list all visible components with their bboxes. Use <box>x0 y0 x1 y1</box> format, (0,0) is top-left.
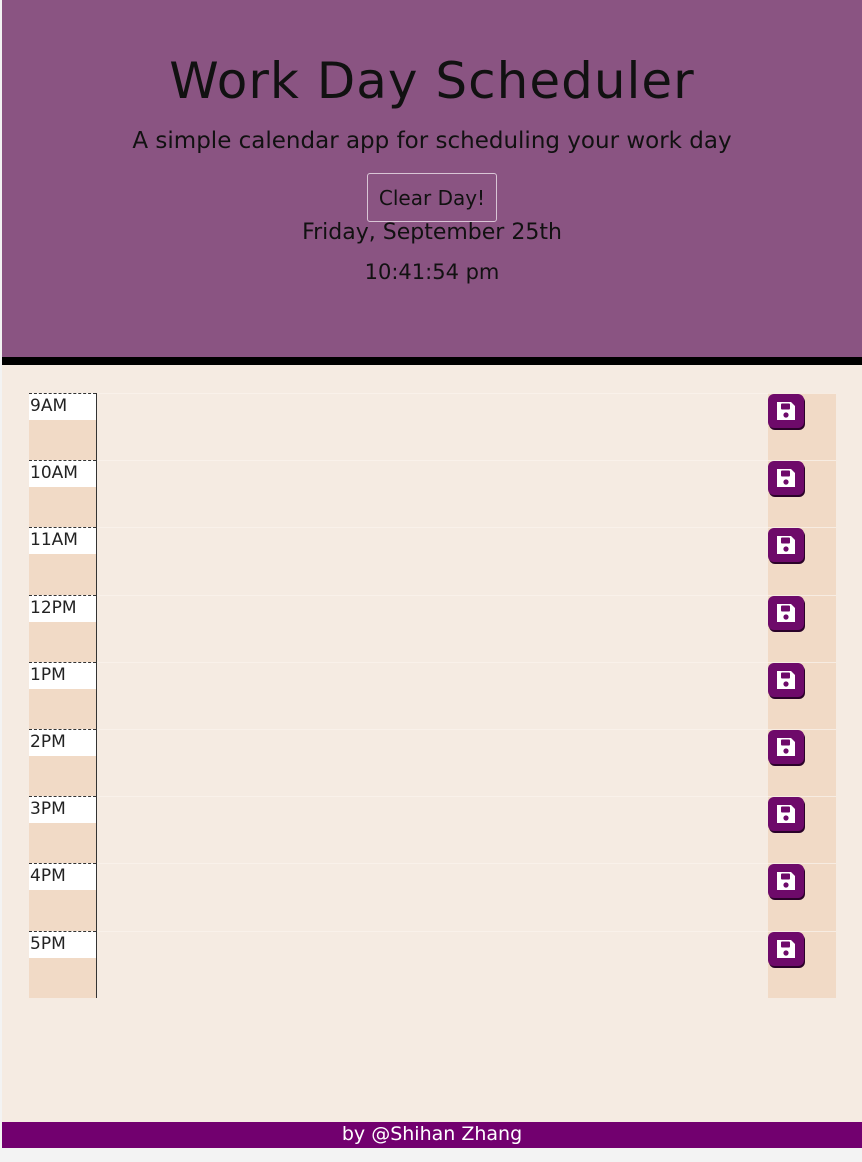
footer-credit: by @Shihan Zhang <box>341 1123 523 1145</box>
event-description-input[interactable] <box>97 393 768 461</box>
save-button[interactable] <box>768 461 804 496</box>
floppy-disk-icon <box>777 872 795 891</box>
header-divider <box>2 357 862 365</box>
save-column <box>768 863 836 931</box>
save-button[interactable] <box>768 931 804 966</box>
save-button[interactable] <box>768 662 804 697</box>
hour-label: 11AM <box>29 527 96 555</box>
hour-column: 12PM <box>29 594 97 662</box>
event-description-input[interactable] <box>97 661 768 729</box>
hour-label: 3PM <box>29 796 96 824</box>
time-block-row: 11AM <box>29 527 836 595</box>
event-description-input[interactable] <box>97 796 768 864</box>
save-column <box>768 393 836 461</box>
hour-label: 9AM <box>29 393 96 420</box>
time-block-row: 2PM <box>29 728 836 797</box>
floppy-disk-icon <box>777 670 795 689</box>
time-block-row: 3PM <box>29 796 836 864</box>
event-description-input[interactable] <box>97 460 768 528</box>
schedule: 9AM 10AM 11AM 12PM 1PM 2PM 3PM 4PM 5PM <box>29 393 836 998</box>
footer: by @Shihan Zhang <box>2 1122 862 1148</box>
save-button[interactable] <box>768 729 804 764</box>
current-date: Friday, September 25th <box>302 220 562 245</box>
hour-column: 10AM <box>29 460 97 528</box>
save-button[interactable] <box>768 864 804 899</box>
floppy-disk-icon <box>777 603 795 622</box>
hour-column: 1PM <box>29 661 97 729</box>
header: Work Day Scheduler A simple calendar app… <box>2 0 862 357</box>
save-column <box>768 796 836 864</box>
time-block-row: 5PM <box>29 930 836 998</box>
page-subtitle: A simple calendar app for scheduling you… <box>132 128 732 154</box>
save-button[interactable] <box>768 595 804 630</box>
time-block-row: 4PM <box>29 863 836 931</box>
save-column <box>768 594 836 662</box>
time-block-row: 10AM <box>29 460 836 528</box>
event-description-input[interactable] <box>97 728 768 797</box>
event-description-input[interactable] <box>97 527 768 595</box>
hour-label: 10AM <box>29 460 96 488</box>
floppy-disk-icon <box>777 469 795 488</box>
hour-column: 5PM <box>29 930 97 998</box>
event-description-input[interactable] <box>97 594 768 662</box>
save-column <box>768 728 836 797</box>
hour-label: 12PM <box>29 594 96 622</box>
hour-column: 2PM <box>29 728 97 797</box>
hour-label: 2PM <box>29 728 96 756</box>
time-block-row: 9AM <box>29 393 836 461</box>
save-button[interactable] <box>768 394 804 428</box>
hour-column: 3PM <box>29 796 97 864</box>
save-button[interactable] <box>768 528 804 563</box>
floppy-disk-icon <box>777 805 795 824</box>
time-block-row: 12PM <box>29 594 836 662</box>
hour-label: 5PM <box>29 930 96 958</box>
floppy-disk-icon <box>777 402 795 420</box>
time-block-row: 1PM <box>29 661 836 729</box>
floppy-disk-icon <box>777 737 795 756</box>
floppy-disk-icon <box>777 939 795 958</box>
save-column <box>768 930 836 998</box>
save-button[interactable] <box>768 797 804 832</box>
hour-label: 1PM <box>29 661 96 689</box>
hour-column: 11AM <box>29 527 97 595</box>
hour-column: 9AM <box>29 393 97 461</box>
save-column <box>768 460 836 528</box>
current-time: 10:41:54 pm <box>364 260 500 284</box>
floppy-disk-icon <box>777 536 795 555</box>
event-description-input[interactable] <box>97 863 768 931</box>
event-description-input[interactable] <box>97 930 768 998</box>
save-column <box>768 661 836 729</box>
hour-column: 4PM <box>29 863 97 931</box>
page: Work Day Scheduler A simple calendar app… <box>2 0 862 1148</box>
page-title: Work Day Scheduler <box>169 52 695 110</box>
clear-day-button[interactable]: Clear Day! <box>367 173 497 222</box>
save-column <box>768 527 836 595</box>
hour-label: 4PM <box>29 863 96 891</box>
